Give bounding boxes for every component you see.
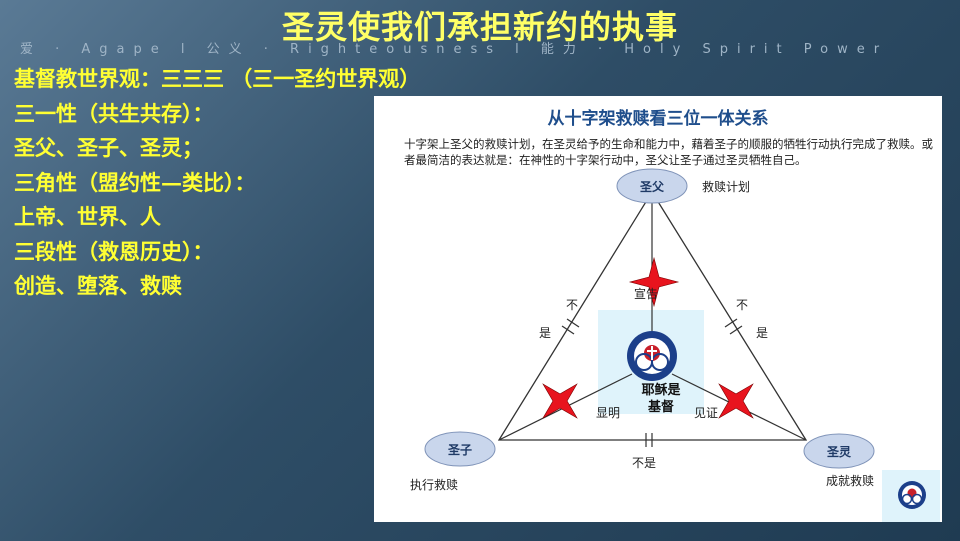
center-label-right: 见证 <box>694 406 719 420</box>
center-caption-line2: 基督 <box>647 400 674 415</box>
red-star-right <box>718 383 754 419</box>
worldview-line: 上帝、世界、人 <box>14 204 161 229</box>
caption-son: 执行救赎 <box>410 478 459 492</box>
trinity-diagram-panel: 从十字架救赎看三位一体关系 十字架上圣父的救赎计划，在圣灵给予的生命和能力中，藉… <box>374 96 942 522</box>
node-father-label: 圣父 <box>639 180 664 194</box>
center-caption-line1: 耶稣是 <box>641 383 681 398</box>
diagram-title: 从十字架救赎看三位一体关系 <box>547 109 769 129</box>
edge-label-bottom: 不是 <box>632 456 657 470</box>
red-star-left <box>542 383 578 419</box>
worldview-line: 三一性（共生共存）： <box>14 100 214 126</box>
worldview-line: 三段性（救恩历史）： <box>14 238 214 264</box>
edge-label-left-top: 不 <box>566 298 579 312</box>
worldview-line: 创造、堕落、救赎 <box>14 273 182 298</box>
worldview-text-block: 基督教世界观：三三三 （三一圣约世界观） 三一性（共生共存）： 圣父、圣子、圣灵… <box>14 62 420 304</box>
diagram-description: 十字架上圣父的救赎计划，在圣灵给予的生命和能力中，藉着圣子的顺服的牺牲行动执行完… <box>404 137 933 167</box>
worldview-line: 三角性（盟约性—类比）： <box>14 169 256 195</box>
center-emblem-icon <box>627 331 677 381</box>
slide-subtitle-band: 爱 · Agape l 公义 · Righteousness l 能力 · Ho… <box>20 42 889 57</box>
caption-father: 救赎计划 <box>702 180 751 194</box>
edge-label-right-top: 不 <box>736 298 749 312</box>
edge-label-right-bottom: 是 <box>756 326 769 340</box>
worldview-line: 基督教世界观：三三三 （三一圣约世界观） <box>14 66 421 91</box>
node-son-label: 圣子 <box>447 443 472 457</box>
center-caption: 耶稣是 基督 <box>626 382 696 416</box>
worldview-line: 圣父、圣子、圣灵； <box>14 135 203 160</box>
corner-logo-icon <box>898 481 926 509</box>
edge-label-left-bottom: 是 <box>539 326 552 340</box>
center-label-top: 宣告 <box>634 287 659 301</box>
node-spirit-label: 圣灵 <box>826 445 851 459</box>
caption-spirit: 成就救赎 <box>826 474 875 488</box>
center-label-left: 显明 <box>596 406 621 420</box>
